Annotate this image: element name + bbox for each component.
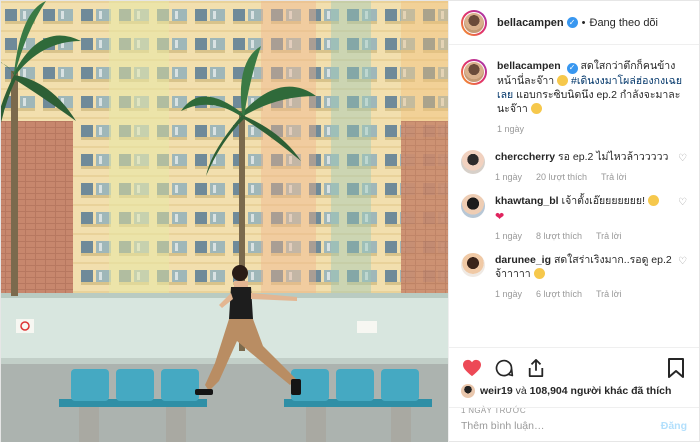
post-header: bellacampen ✓ • Đang theo dõi xyxy=(449,1,699,45)
liker-avatar[interactable] xyxy=(461,384,475,398)
comment-like-icon[interactable]: ♡ xyxy=(675,256,687,267)
commenter-avatar[interactable] xyxy=(461,149,485,174)
post-detail-panel: bellacampen ✓ • Đang theo dõi bellacampe… xyxy=(448,1,699,442)
action-icons-bar xyxy=(461,356,687,380)
liker-username[interactable]: weir19 xyxy=(480,385,513,397)
reply-button[interactable]: Trả lời xyxy=(601,170,627,184)
likes-connector: và xyxy=(515,385,527,397)
heart-filled-icon[interactable] xyxy=(461,357,483,379)
likes-rest[interactable]: người khác đã thích xyxy=(571,385,672,397)
caption-avatar[interactable] xyxy=(461,59,487,85)
author-username[interactable]: bellacampen xyxy=(497,17,564,29)
comment-input[interactable] xyxy=(461,419,661,432)
comment-likes[interactable]: 20 lượt thích xyxy=(536,170,587,184)
post-modal: bellacampen ✓ • Đang theo dõi bellacampe… xyxy=(0,0,700,442)
comment-time[interactable]: 1 ngày xyxy=(495,170,522,184)
emoji-icon xyxy=(533,267,545,279)
bookmark-icon[interactable] xyxy=(665,357,687,379)
commenter-avatar[interactable] xyxy=(461,193,485,218)
comments-area[interactable]: bellacampen ✓ สดใสกว่าตึกก็คนข้างหน้านี่… xyxy=(449,45,699,347)
post-comment-button[interactable]: Đăng xyxy=(661,420,687,432)
likes-summary: weir19 và 108,904 người khác đã thích xyxy=(461,384,687,398)
post-photo[interactable] xyxy=(1,1,448,442)
verified-badge-icon: ✓ xyxy=(566,62,578,74)
reply-button[interactable]: Trả lời xyxy=(596,229,622,243)
add-comment-bar: Đăng xyxy=(449,407,699,442)
comment-time[interactable]: 1 ngày xyxy=(495,229,522,243)
following-button[interactable]: Đang theo dõi xyxy=(590,17,659,29)
comment-likes[interactable]: 6 lượt thích xyxy=(536,287,582,301)
comment-item: khawtang_bl เจ้าตั้งเอ๊ยยยยยยย! ❤ 1 ngày… xyxy=(461,193,687,243)
author-avatar[interactable] xyxy=(461,9,487,36)
caption-text-after: แอบกระซิบนิดนึง ep.2 กำลังจะมาละนะจ๊าา xyxy=(497,88,681,115)
caption-username[interactable]: bellacampen xyxy=(497,60,561,72)
comment-like-icon[interactable]: ♡ xyxy=(675,153,687,164)
emoji-icon xyxy=(557,74,569,86)
comment-item: cherccherry รอ ep.2 ไม่ไหวล้าววววว 1 ngà… xyxy=(461,149,687,184)
comment-text: เจ้าตั้งเอ๊ยยยยยยย! xyxy=(561,194,645,207)
comment-username[interactable]: darunee_ig xyxy=(495,254,551,266)
comment-username[interactable]: khawtang_bl xyxy=(495,195,559,207)
reply-button[interactable]: Trả lời xyxy=(596,287,622,301)
emoji-icon xyxy=(530,102,542,114)
commenter-avatar[interactable] xyxy=(461,252,485,277)
share-icon[interactable] xyxy=(525,357,547,379)
comment-text: รอ ep.2 ไม่ไหวล้าววววว xyxy=(558,150,669,163)
comment-username[interactable]: cherccherry xyxy=(495,151,555,163)
comment-icon[interactable] xyxy=(493,357,515,379)
comment-like-icon[interactable]: ♡ xyxy=(675,197,687,208)
header-separator: • xyxy=(581,16,586,29)
comment-likes[interactable]: 8 lượt thích xyxy=(536,229,582,243)
caption: bellacampen ✓ สดใสกว่าตึกก็คนข้างหน้านี่… xyxy=(461,59,687,136)
comment-item: darunee_ig สดใสร่าเริงมาก..รอดู ep.2 จ้า… xyxy=(461,252,687,301)
comment-time[interactable]: 1 ngày xyxy=(495,287,522,301)
emoji-icon xyxy=(647,194,659,206)
caption-time[interactable]: 1 ngày xyxy=(497,122,524,136)
photo-illustration xyxy=(1,1,448,442)
red-heart-icon: ❤ xyxy=(495,210,505,223)
verified-badge-icon: ✓ xyxy=(566,17,578,28)
likes-count[interactable]: 108,904 xyxy=(530,385,568,397)
